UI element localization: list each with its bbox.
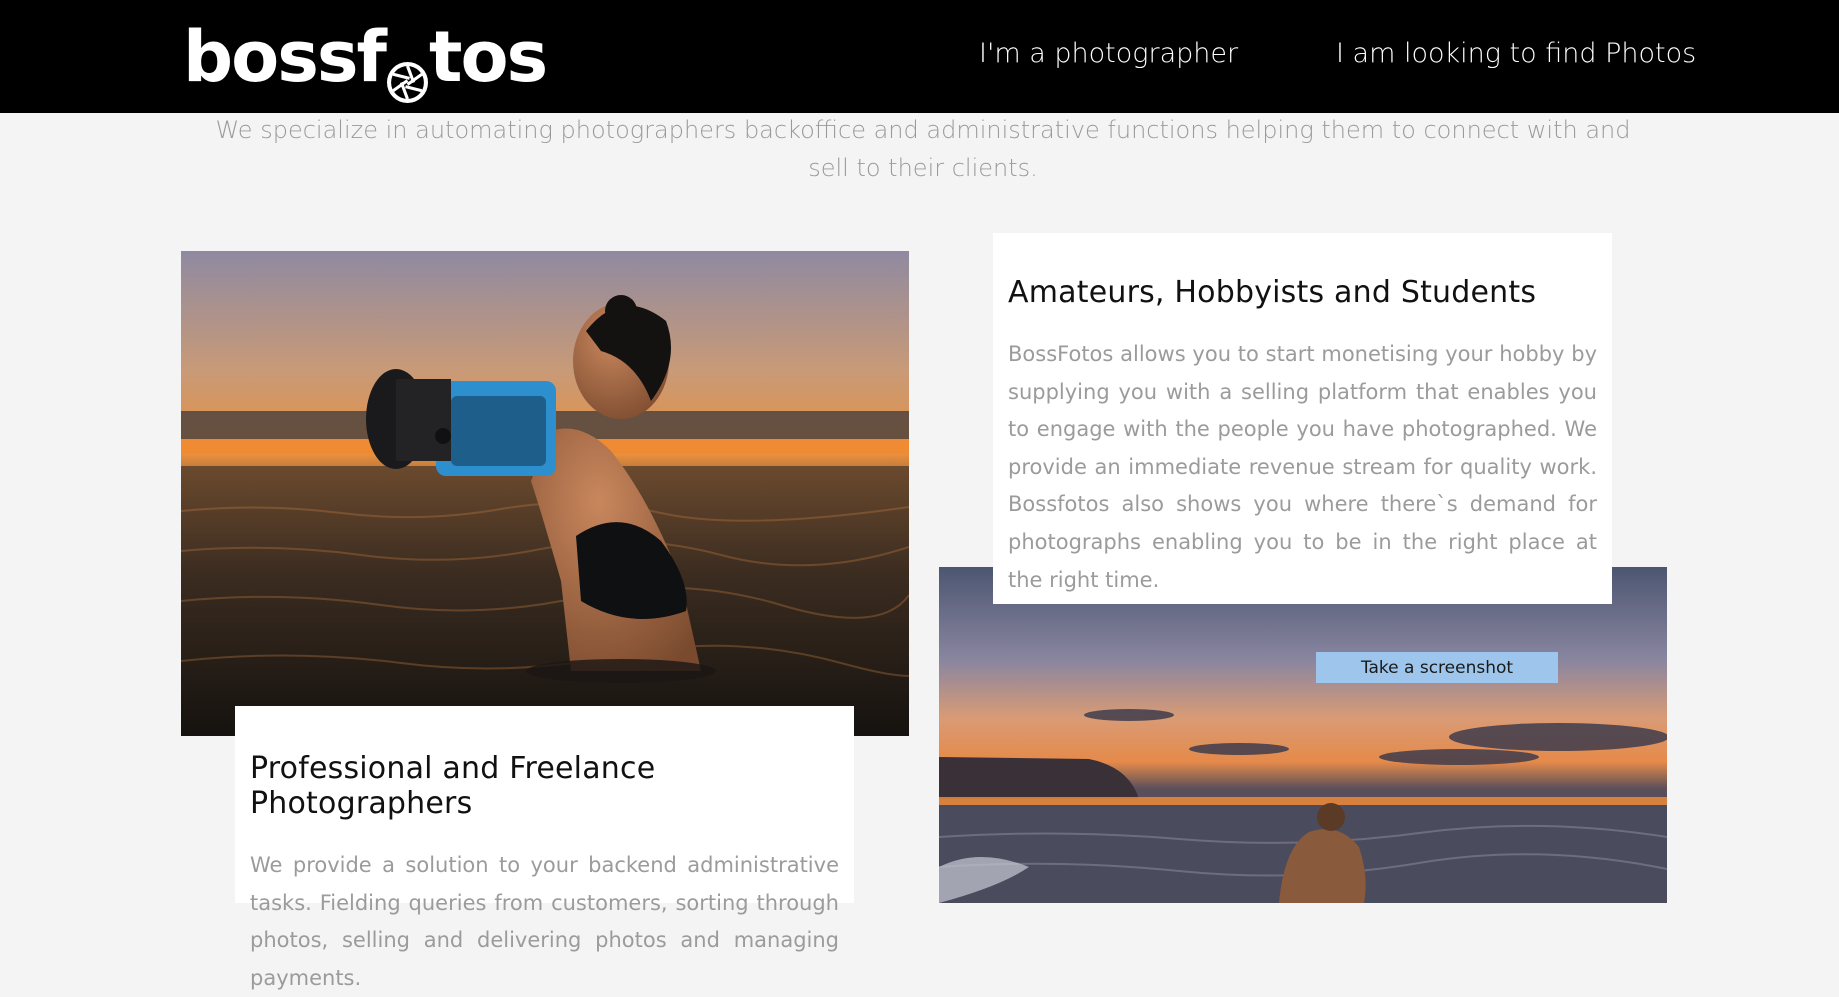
take-screenshot-button[interactable]: Take a screenshot [1316, 652, 1558, 683]
nav-photographer-link[interactable]: I'm a photographer [979, 0, 1238, 107]
amateurs-card-text: BossFotos allows you to start monetising… [1008, 342, 1597, 592]
tagline: We specialize in automating photographer… [215, 116, 1631, 182]
professional-card: Professional and Freelance Photographers… [235, 706, 854, 990]
professional-card-title: Professional and Freelance Photographers [250, 751, 656, 821]
bossfotos-logo[interactable]: bossf tos [183, 12, 548, 103]
amateurs-card: Amateurs, Hobbyists and Students BossFot… [993, 233, 1612, 604]
site-header: bossf tos I'm a photographer I am lookin… [0, 0, 1839, 113]
amateurs-card-title: Amateurs, Hobbyists and Students [1008, 275, 1537, 310]
photographer-woman-image [181, 251, 909, 736]
logo-text-start: bossf [183, 16, 387, 98]
aperture-icon [386, 44, 428, 103]
surfer-sunset-image [939, 567, 1667, 903]
logo-text-end: tos [428, 16, 548, 98]
nav-find-photos-link[interactable]: I am looking to find Photos [1336, 0, 1696, 107]
professional-card-text: We provide a solution to your backend ad… [250, 853, 839, 990]
